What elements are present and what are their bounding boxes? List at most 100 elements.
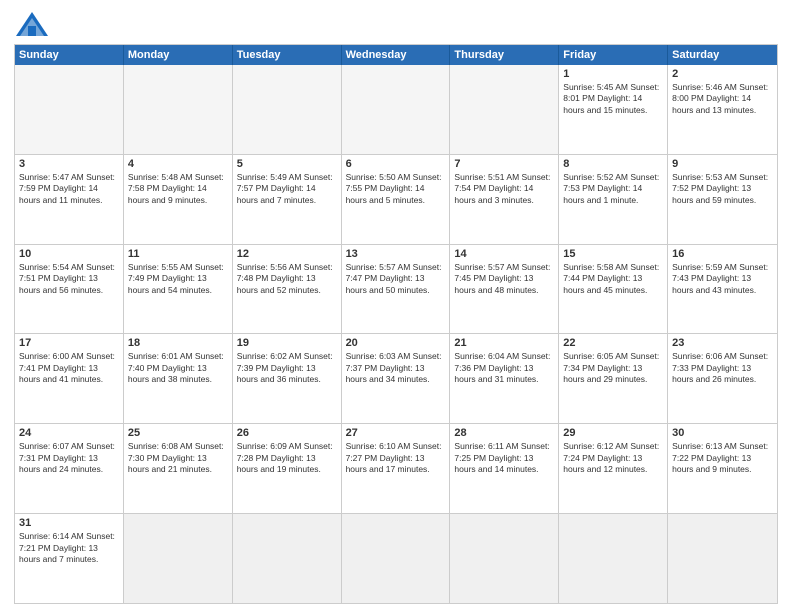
day-number: 4 <box>128 158 228 170</box>
calendar-cell <box>124 65 233 154</box>
day-info: Sunrise: 5:45 AM Sunset: 8:01 PM Dayligh… <box>563 82 663 116</box>
calendar-cell: 26 Sunrise: 6:09 AM Sunset: 7:28 PM Dayli… <box>233 424 342 513</box>
calendar-cell: 6 Sunrise: 5:50 AM Sunset: 7:55 PM Daylig… <box>342 155 451 244</box>
calendar-header: SundayMondayTuesdayWednesdayThursdayFrid… <box>15 45 777 65</box>
day-info: Sunrise: 6:14 AM Sunset: 7:21 PM Dayligh… <box>19 531 119 565</box>
day-info: Sunrise: 6:05 AM Sunset: 7:34 PM Dayligh… <box>563 351 663 385</box>
calendar-cell: 23 Sunrise: 6:06 AM Sunset: 7:33 PM Dayli… <box>668 334 777 423</box>
day-number: 12 <box>237 248 337 260</box>
day-info: Sunrise: 6:09 AM Sunset: 7:28 PM Dayligh… <box>237 441 337 475</box>
day-number: 17 <box>19 337 119 349</box>
calendar-cell: 15 Sunrise: 5:58 AM Sunset: 7:44 PM Dayli… <box>559 245 668 334</box>
calendar-cell <box>342 514 451 603</box>
calendar-row-1: 3 Sunrise: 5:47 AM Sunset: 7:59 PM Daylig… <box>15 154 777 244</box>
calendar-cell <box>233 65 342 154</box>
calendar-cell: 22 Sunrise: 6:05 AM Sunset: 7:34 PM Dayli… <box>559 334 668 423</box>
calendar-cell: 21 Sunrise: 6:04 AM Sunset: 7:36 PM Dayli… <box>450 334 559 423</box>
day-info: Sunrise: 5:57 AM Sunset: 7:47 PM Dayligh… <box>346 262 446 296</box>
day-number: 1 <box>563 68 663 80</box>
day-info: Sunrise: 5:55 AM Sunset: 7:49 PM Dayligh… <box>128 262 228 296</box>
day-info: Sunrise: 5:50 AM Sunset: 7:55 PM Dayligh… <box>346 172 446 206</box>
calendar-cell: 16 Sunrise: 5:59 AM Sunset: 7:43 PM Dayli… <box>668 245 777 334</box>
day-number: 22 <box>563 337 663 349</box>
calendar-cell: 3 Sunrise: 5:47 AM Sunset: 7:59 PM Daylig… <box>15 155 124 244</box>
day-number: 27 <box>346 427 446 439</box>
calendar-row-4: 24Sunrise: 6:07 AM Sunset: 7:31 PM Dayli… <box>15 423 777 513</box>
day-info: Sunrise: 6:01 AM Sunset: 7:40 PM Dayligh… <box>128 351 228 385</box>
calendar-cell: 11Sunrise: 5:55 AM Sunset: 7:49 PM Dayli… <box>124 245 233 334</box>
calendar-cell: 20 Sunrise: 6:03 AM Sunset: 7:37 PM Dayli… <box>342 334 451 423</box>
day-number: 13 <box>346 248 446 260</box>
calendar-cell: 9 Sunrise: 5:53 AM Sunset: 7:52 PM Daylig… <box>668 155 777 244</box>
calendar-cell: 13 Sunrise: 5:57 AM Sunset: 7:47 PM Dayli… <box>342 245 451 334</box>
day-info: Sunrise: 5:51 AM Sunset: 7:54 PM Dayligh… <box>454 172 554 206</box>
day-info: Sunrise: 6:04 AM Sunset: 7:36 PM Dayligh… <box>454 351 554 385</box>
day-number: 6 <box>346 158 446 170</box>
day-info: Sunrise: 6:00 AM Sunset: 7:41 PM Dayligh… <box>19 351 119 385</box>
day-info: Sunrise: 6:03 AM Sunset: 7:37 PM Dayligh… <box>346 351 446 385</box>
calendar-cell: 12Sunrise: 5:56 AM Sunset: 7:48 PM Dayli… <box>233 245 342 334</box>
day-number: 9 <box>672 158 773 170</box>
calendar-cell: 29 Sunrise: 6:12 AM Sunset: 7:24 PM Dayli… <box>559 424 668 513</box>
calendar-cell: 14Sunrise: 5:57 AM Sunset: 7:45 PM Dayli… <box>450 245 559 334</box>
day-number: 24 <box>19 427 119 439</box>
day-number: 8 <box>563 158 663 170</box>
day-number: 29 <box>563 427 663 439</box>
day-info: Sunrise: 6:10 AM Sunset: 7:27 PM Dayligh… <box>346 441 446 475</box>
calendar-cell: 31 Sunrise: 6:14 AM Sunset: 7:21 PM Dayli… <box>15 514 124 603</box>
weekday-header-sunday: Sunday <box>15 45 124 65</box>
day-number: 7 <box>454 158 554 170</box>
calendar-cell: 10 Sunrise: 5:54 AM Sunset: 7:51 PM Dayli… <box>15 245 124 334</box>
weekday-header-friday: Friday <box>559 45 668 65</box>
day-number: 23 <box>672 337 773 349</box>
logo <box>14 10 54 38</box>
calendar-cell <box>450 514 559 603</box>
calendar-cell: 19 Sunrise: 6:02 AM Sunset: 7:39 PM Dayli… <box>233 334 342 423</box>
day-info: Sunrise: 6:11 AM Sunset: 7:25 PM Dayligh… <box>454 441 554 475</box>
day-number: 21 <box>454 337 554 349</box>
day-info: Sunrise: 6:02 AM Sunset: 7:39 PM Dayligh… <box>237 351 337 385</box>
day-info: Sunrise: 5:57 AM Sunset: 7:45 PM Dayligh… <box>454 262 554 296</box>
calendar-row-2: 10 Sunrise: 5:54 AM Sunset: 7:51 PM Dayli… <box>15 244 777 334</box>
calendar-row-5: 31 Sunrise: 6:14 AM Sunset: 7:21 PM Dayli… <box>15 513 777 603</box>
day-number: 2 <box>672 68 773 80</box>
calendar-cell: 8Sunrise: 5:52 AM Sunset: 7:53 PM Daylig… <box>559 155 668 244</box>
day-number: 20 <box>346 337 446 349</box>
day-info: Sunrise: 5:53 AM Sunset: 7:52 PM Dayligh… <box>672 172 773 206</box>
day-number: 15 <box>563 248 663 260</box>
calendar-cell: 1 Sunrise: 5:45 AM Sunset: 8:01 PM Daylig… <box>559 65 668 154</box>
day-number: 3 <box>19 158 119 170</box>
day-info: Sunrise: 5:54 AM Sunset: 7:51 PM Dayligh… <box>19 262 119 296</box>
day-info: Sunrise: 5:58 AM Sunset: 7:44 PM Dayligh… <box>563 262 663 296</box>
calendar-cell: 7 Sunrise: 5:51 AM Sunset: 7:54 PM Daylig… <box>450 155 559 244</box>
day-info: Sunrise: 5:46 AM Sunset: 8:00 PM Dayligh… <box>672 82 773 116</box>
day-info: Sunrise: 5:59 AM Sunset: 7:43 PM Dayligh… <box>672 262 773 296</box>
day-number: 30 <box>672 427 773 439</box>
calendar-cell <box>342 65 451 154</box>
day-number: 19 <box>237 337 337 349</box>
day-number: 5 <box>237 158 337 170</box>
calendar-cell: 4Sunrise: 5:48 AM Sunset: 7:58 PM Daylig… <box>124 155 233 244</box>
day-number: 18 <box>128 337 228 349</box>
weekday-header-saturday: Saturday <box>668 45 777 65</box>
header <box>14 10 778 38</box>
calendar-cell <box>450 65 559 154</box>
day-info: Sunrise: 5:47 AM Sunset: 7:59 PM Dayligh… <box>19 172 119 206</box>
day-number: 10 <box>19 248 119 260</box>
weekday-header-wednesday: Wednesday <box>342 45 451 65</box>
day-info: Sunrise: 6:06 AM Sunset: 7:33 PM Dayligh… <box>672 351 773 385</box>
logo-icon <box>14 10 50 38</box>
calendar-cell: 18 Sunrise: 6:01 AM Sunset: 7:40 PM Dayli… <box>124 334 233 423</box>
day-number: 26 <box>237 427 337 439</box>
weekday-header-tuesday: Tuesday <box>233 45 342 65</box>
calendar-cell: 30Sunrise: 6:13 AM Sunset: 7:22 PM Dayli… <box>668 424 777 513</box>
calendar-cell: 2 Sunrise: 5:46 AM Sunset: 8:00 PM Daylig… <box>668 65 777 154</box>
calendar-cell <box>233 514 342 603</box>
calendar: SundayMondayTuesdayWednesdayThursdayFrid… <box>14 44 778 604</box>
calendar-cell: 25Sunrise: 6:08 AM Sunset: 7:30 PM Dayli… <box>124 424 233 513</box>
calendar-cell: 27 Sunrise: 6:10 AM Sunset: 7:27 PM Dayli… <box>342 424 451 513</box>
calendar-cell: 28Sunrise: 6:11 AM Sunset: 7:25 PM Dayli… <box>450 424 559 513</box>
day-number: 16 <box>672 248 773 260</box>
day-number: 31 <box>19 517 119 529</box>
day-info: Sunrise: 6:12 AM Sunset: 7:24 PM Dayligh… <box>563 441 663 475</box>
